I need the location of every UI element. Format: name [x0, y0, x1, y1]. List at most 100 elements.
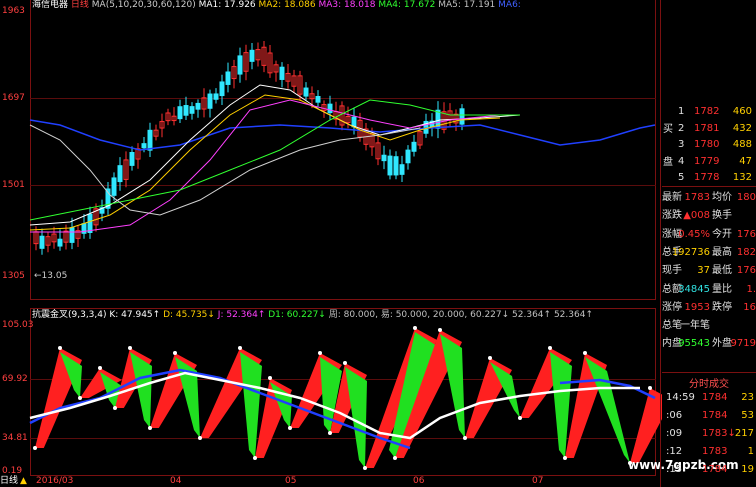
candle-body-27: [195, 102, 201, 110]
tick-price: 1784: [702, 464, 728, 475]
candle-body-4: [57, 238, 63, 247]
quote-row-6: 总额 34845 量比 1.: [662, 282, 756, 297]
trough-dot-7: [328, 431, 332, 435]
candle-body-45: [303, 87, 309, 97]
candle-body-32: [225, 71, 231, 85]
trough-dot-1: [78, 396, 82, 400]
order-volume: 460: [732, 106, 752, 117]
candle-body-36: [249, 49, 255, 62]
quote-label-2: 最低: [712, 265, 732, 277]
tick-price: 1784: [702, 410, 728, 421]
peak-dot-9: [438, 328, 442, 332]
candle-body-29: [207, 93, 213, 109]
quote-label: 涨停: [662, 301, 682, 313]
order-level: 4: [678, 155, 685, 167]
peak-dot-5: [268, 376, 272, 380]
quote-value-2: 176: [736, 265, 756, 277]
quote-value: 0.45%: [678, 228, 710, 240]
trough-dot-10: [463, 436, 467, 440]
order-row-5[interactable]: 5 1778 132: [662, 170, 756, 185]
tick-volume: 1: [747, 446, 754, 457]
quote-value-2: 1.: [746, 283, 756, 295]
order-row-3[interactable]: 3 1780 488: [662, 137, 756, 152]
order-volume: 488: [732, 139, 752, 150]
quote-value-2: 176: [736, 228, 756, 240]
x-label-3: 05: [285, 476, 297, 486]
upper-chart-pane[interactable]: 海信电器 日线 MA(5,10,20,30,60,120) MA1: 17.92…: [0, 0, 662, 303]
quote-label-2: 今开: [712, 228, 732, 240]
peak-dot-10: [488, 356, 492, 360]
quote-label-2: 量比: [712, 283, 732, 295]
candle-body-9: [87, 213, 93, 233]
trough-dot-11: [518, 416, 522, 420]
candle-body-13: [111, 177, 117, 196]
x-axis: 2016/03 04 05 06 07: [30, 476, 656, 487]
order-row-2[interactable]: 2 1781 432: [662, 121, 756, 136]
candle-body-34: [237, 55, 243, 75]
red-band-13: [630, 388, 662, 463]
quote-value: 37: [697, 265, 710, 277]
quote-value: 1953: [684, 301, 710, 313]
candle-body-58: [381, 154, 387, 162]
tick-time: :06: [666, 410, 683, 421]
quote-label: 总笔: [662, 320, 682, 332]
candle-body-31: [219, 81, 225, 97]
order-row-4[interactable]: 4 1779 47: [662, 154, 756, 169]
trough-dot-3: [148, 426, 152, 430]
quote-value: 一年笔: [680, 320, 710, 332]
quote-row-7: 涨停 1953 跌停 16: [662, 300, 756, 315]
trough-dot-12: [563, 456, 567, 460]
trough-dot-5: [253, 456, 257, 460]
green-band-12: [585, 357, 630, 463]
quote-row-2: 涨跌 ▲008 换手: [662, 208, 756, 223]
peak-dot-8: [413, 326, 417, 330]
x-label-4: 06: [413, 476, 425, 486]
quote-label-2: 外盘: [712, 338, 732, 350]
tick-time: 14:59: [666, 392, 695, 403]
peak-dot-7: [343, 361, 347, 365]
peak-dot-0: [58, 346, 62, 350]
candle-body-18: [141, 143, 147, 149]
tick-volume: 217: [734, 428, 754, 439]
quote-row-3: 涨幅 0.45% 今开 176: [662, 227, 756, 242]
order-level: 5: [678, 172, 685, 183]
period-tab[interactable]: 日线: [0, 476, 18, 486]
candle-body-71: [459, 108, 465, 125]
tick-row-5: :15 1784 19: [662, 462, 756, 477]
tick-time: :09: [666, 428, 683, 439]
indicator-chart: [29, 326, 662, 470]
green-band-9: [440, 334, 465, 438]
quote-value-2: 182: [736, 246, 756, 258]
order-price: 1782: [694, 106, 720, 117]
candle-body-16: [129, 152, 135, 166]
candle-body-24: [177, 106, 183, 120]
lower-chart-pane[interactable]: 抗震金叉(9,3,3,4) K: 47.945↑ D: 45.735↓ J: 5…: [0, 308, 662, 476]
x-label-5: 07: [532, 476, 544, 486]
candle-body-25: [183, 105, 189, 116]
peak-dot-13: [648, 386, 652, 390]
tick-volume: 53: [741, 410, 754, 421]
tab-arrow-icon[interactable]: ▲: [20, 476, 27, 486]
tick-price: 1784: [702, 392, 728, 403]
quote-value: 95543: [678, 338, 710, 350]
ma1-line: [29, 84, 521, 226]
candle-body-26: [189, 106, 195, 114]
order-book-separator: [662, 186, 756, 187]
ticks-header[interactable]: 分时成交: [662, 375, 756, 390]
tick-volume: 23: [741, 392, 754, 403]
order-volume: 132: [732, 172, 752, 183]
peak-dot-4: [238, 346, 242, 350]
ma5-line: [29, 124, 421, 216]
candle-body-59: [387, 155, 393, 176]
peak-dot-3: [173, 351, 177, 355]
order-row-1[interactable]: 1 1782 460: [662, 104, 756, 119]
order-level: 3: [678, 139, 685, 150]
candle-body-1: [39, 235, 45, 249]
candle-body-41: [279, 66, 285, 80]
tick-row-4: :12 1783 1: [662, 444, 756, 459]
tick-price: 1783↓: [702, 428, 736, 439]
quote-value: 34845: [678, 283, 710, 295]
quote-value-2: 16: [743, 301, 756, 313]
quote-separator: [662, 372, 756, 373]
tick-time: :12: [666, 446, 683, 457]
